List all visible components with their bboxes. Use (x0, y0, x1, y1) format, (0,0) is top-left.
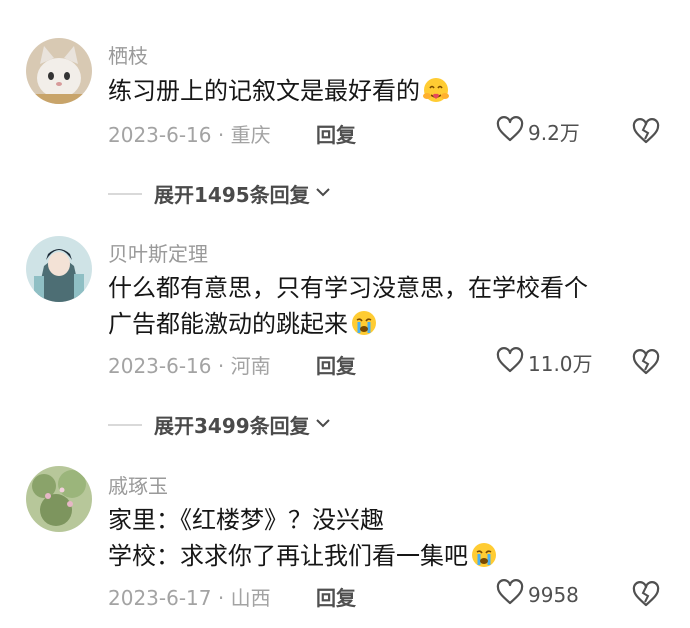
crying-emoji-icon (350, 309, 378, 337)
broken-heart-icon[interactable] (632, 349, 660, 375)
comment-meta: 2023-6-17 · 山西 (108, 586, 271, 610)
reply-button[interactable]: 回复 (316, 582, 356, 611)
heart-icon (496, 347, 524, 378)
avatar[interactable] (26, 236, 92, 302)
expand-replies-button[interactable]: 展开3499条回复 (108, 410, 332, 439)
reply-button[interactable]: 回复 (316, 119, 356, 148)
divider (108, 192, 142, 195)
comment-text: 什么都有意思，只有学习没意思，在学校看个 广告都能激动的跳起来 (108, 270, 588, 342)
expand-replies-label: 展开1495条回复 (154, 183, 310, 207)
reply-button[interactable]: 回复 (316, 350, 356, 379)
username[interactable]: 贝叶斯定理 (108, 238, 208, 267)
expand-replies-button[interactable]: 展开1495条回复 (108, 179, 332, 208)
like-count: 9.2万 (528, 121, 580, 145)
heart-icon (496, 579, 524, 610)
like-button[interactable]: 11.0万 (496, 347, 593, 378)
broken-heart-icon[interactable] (632, 118, 660, 144)
comment-meta: 2023-6-16 · 河南 (108, 354, 271, 378)
comment-meta: 2023-6-16 · 重庆 (108, 123, 271, 147)
like-count: 9958 (528, 582, 579, 607)
comment-line: 什么都有意思，只有学习没意思，在学校看个 (108, 274, 588, 302)
comment-line: 学校：求求你了再让我们看一集吧 (108, 542, 468, 570)
username[interactable]: 戚琢玉 (108, 470, 168, 499)
comment-text: 练习册上的记叙文是最好看的 (108, 73, 450, 109)
comment-line: 家里：《红楼梦》？没兴趣 (108, 506, 384, 534)
crying-emoji-icon (470, 541, 498, 569)
divider (108, 423, 142, 426)
avatar[interactable] (26, 466, 92, 532)
heart-icon (496, 116, 524, 147)
comment-text: 家里：《红楼梦》？没兴趣 学校：求求你了再让我们看一集吧 (108, 502, 498, 574)
username[interactable]: 栖枝 (108, 40, 148, 69)
comment-line: 练习册上的记叙文是最好看的 (108, 77, 420, 105)
comment-line: 广告都能激动的跳起来 (108, 310, 348, 338)
expand-replies-label: 展开3499条回复 (154, 414, 310, 438)
like-button[interactable]: 9958 (496, 579, 579, 610)
like-count: 11.0万 (528, 352, 593, 376)
broken-heart-icon[interactable] (632, 581, 660, 607)
avatar[interactable] (26, 38, 92, 104)
chevron-down-icon (315, 415, 332, 434)
chevron-down-icon (315, 184, 332, 203)
hug-emoji-icon (422, 76, 450, 104)
like-button[interactable]: 9.2万 (496, 116, 580, 147)
